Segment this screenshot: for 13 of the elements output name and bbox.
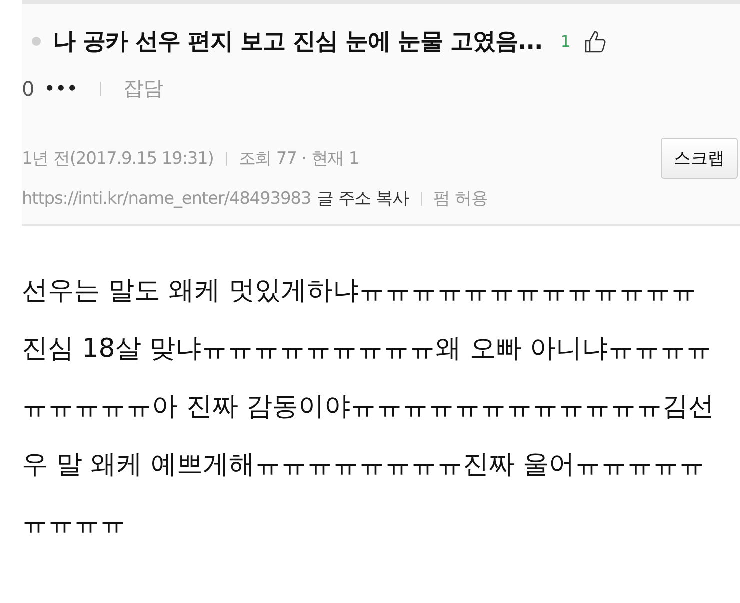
view-count: 조회 77 · 현재 1	[238, 148, 360, 170]
more-menu[interactable]: •••	[44, 79, 78, 98]
post-url: https://inti.kr/name_enter/48493983	[22, 188, 312, 208]
repost-permission: 펌 허용	[434, 188, 488, 210]
copy-link[interactable]: 글 주소 복사	[317, 187, 409, 210]
like-count: 1	[560, 32, 571, 51]
comment-count: 0	[22, 76, 35, 100]
post-body: 선우는 말도 왜케 멋있게하냐ㅠㅠㅠㅠㅠㅠㅠㅠㅠㅠㅠㅠㅠ진심 18살 맞냐ㅠㅠㅠㅠㅠㅠㅠㅠㅠ왜 오빠 아니냐ㅠㅠㅠㅠㅠㅠㅠㅠㅠ아 진짜 감동이야ㅠㅠㅠㅠㅠㅠㅠㅠㅠㅠㅠㅠ김선우 말 왜케 예쁘게해ㅠㅠㅠㅠㅠㅠㅠㅠ진짜 울어ㅠㅠㅠㅠㅠㅠㅠㅠㅠ	[21, 275, 716, 540]
scrap-button[interactable]: 스크랩	[661, 138, 738, 179]
bullet-icon	[32, 37, 41, 46]
post-title: 나 공카 선우 편지 보고 진심 눈에 눈물 고였음...	[53, 28, 543, 57]
post-date: 1년 전(2017.9.15 19:31)	[22, 148, 214, 170]
thumbs-up-icon[interactable]	[582, 28, 607, 54]
